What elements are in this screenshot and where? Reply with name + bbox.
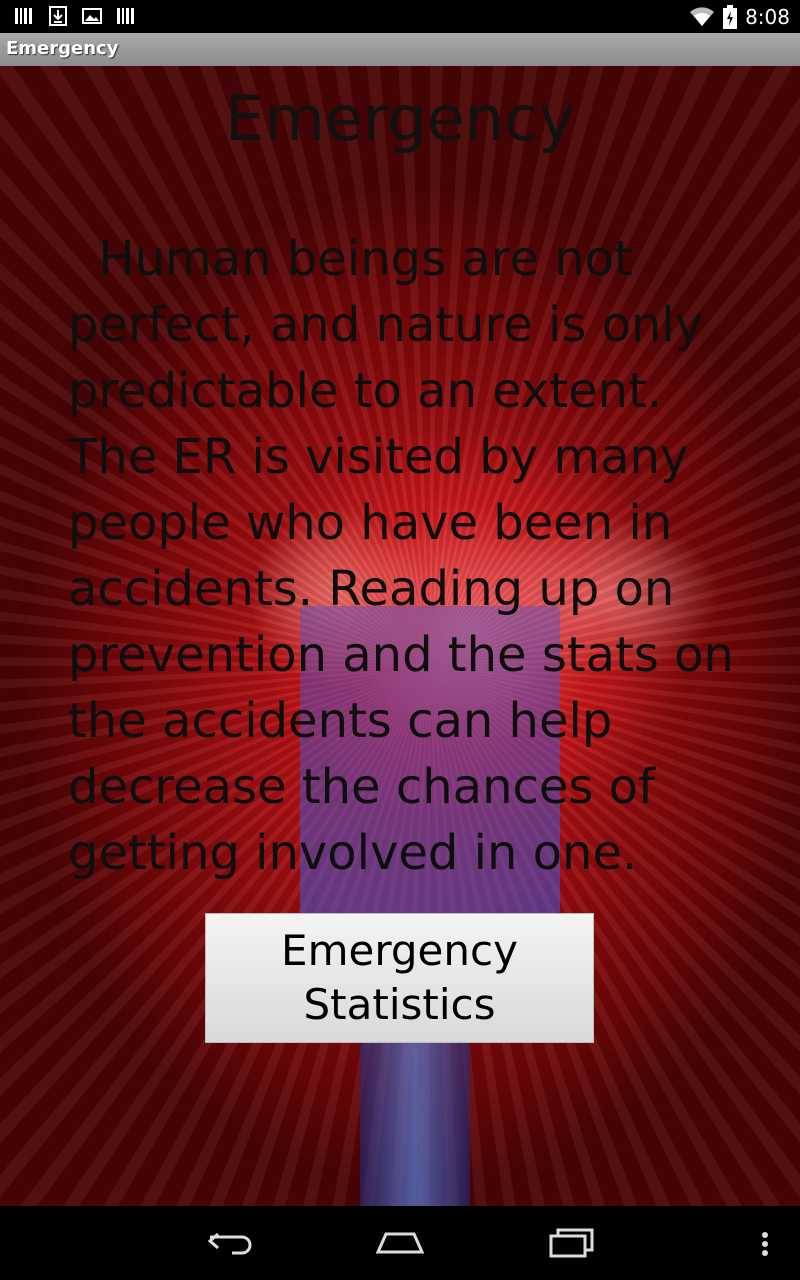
download-icon [49,6,67,26]
system-icons: 8:08 [689,4,790,30]
barcode-icon [117,8,134,24]
barcode-icon [15,8,32,24]
status-bar: 8:08 [0,0,800,33]
recent-apps-icon[interactable] [548,1226,596,1258]
back-icon[interactable] [206,1226,254,1258]
clock: 8:08 [745,5,790,29]
image-icon [82,8,102,24]
wifi-icon [690,7,715,26]
navigation-bar [0,1206,800,1280]
background-road [360,1026,470,1206]
app-screen: 8:08 Emergency Emergency Human beings ar… [0,0,800,1280]
page-title: Emergency [225,82,575,155]
home-icon[interactable] [376,1226,424,1258]
battery-charging-icon [723,5,738,29]
app-title: Emergency [6,38,119,59]
content-area: Emergency Human beings are not perfect, … [0,66,800,1206]
menu-icon[interactable] [758,1230,772,1260]
notification-icons [14,6,136,26]
emergency-statistics-button[interactable]: Emergency Statistics [205,913,594,1043]
description-text: Human beings are not perfect, and nature… [68,231,750,881]
action-bar: Emergency [0,33,800,67]
